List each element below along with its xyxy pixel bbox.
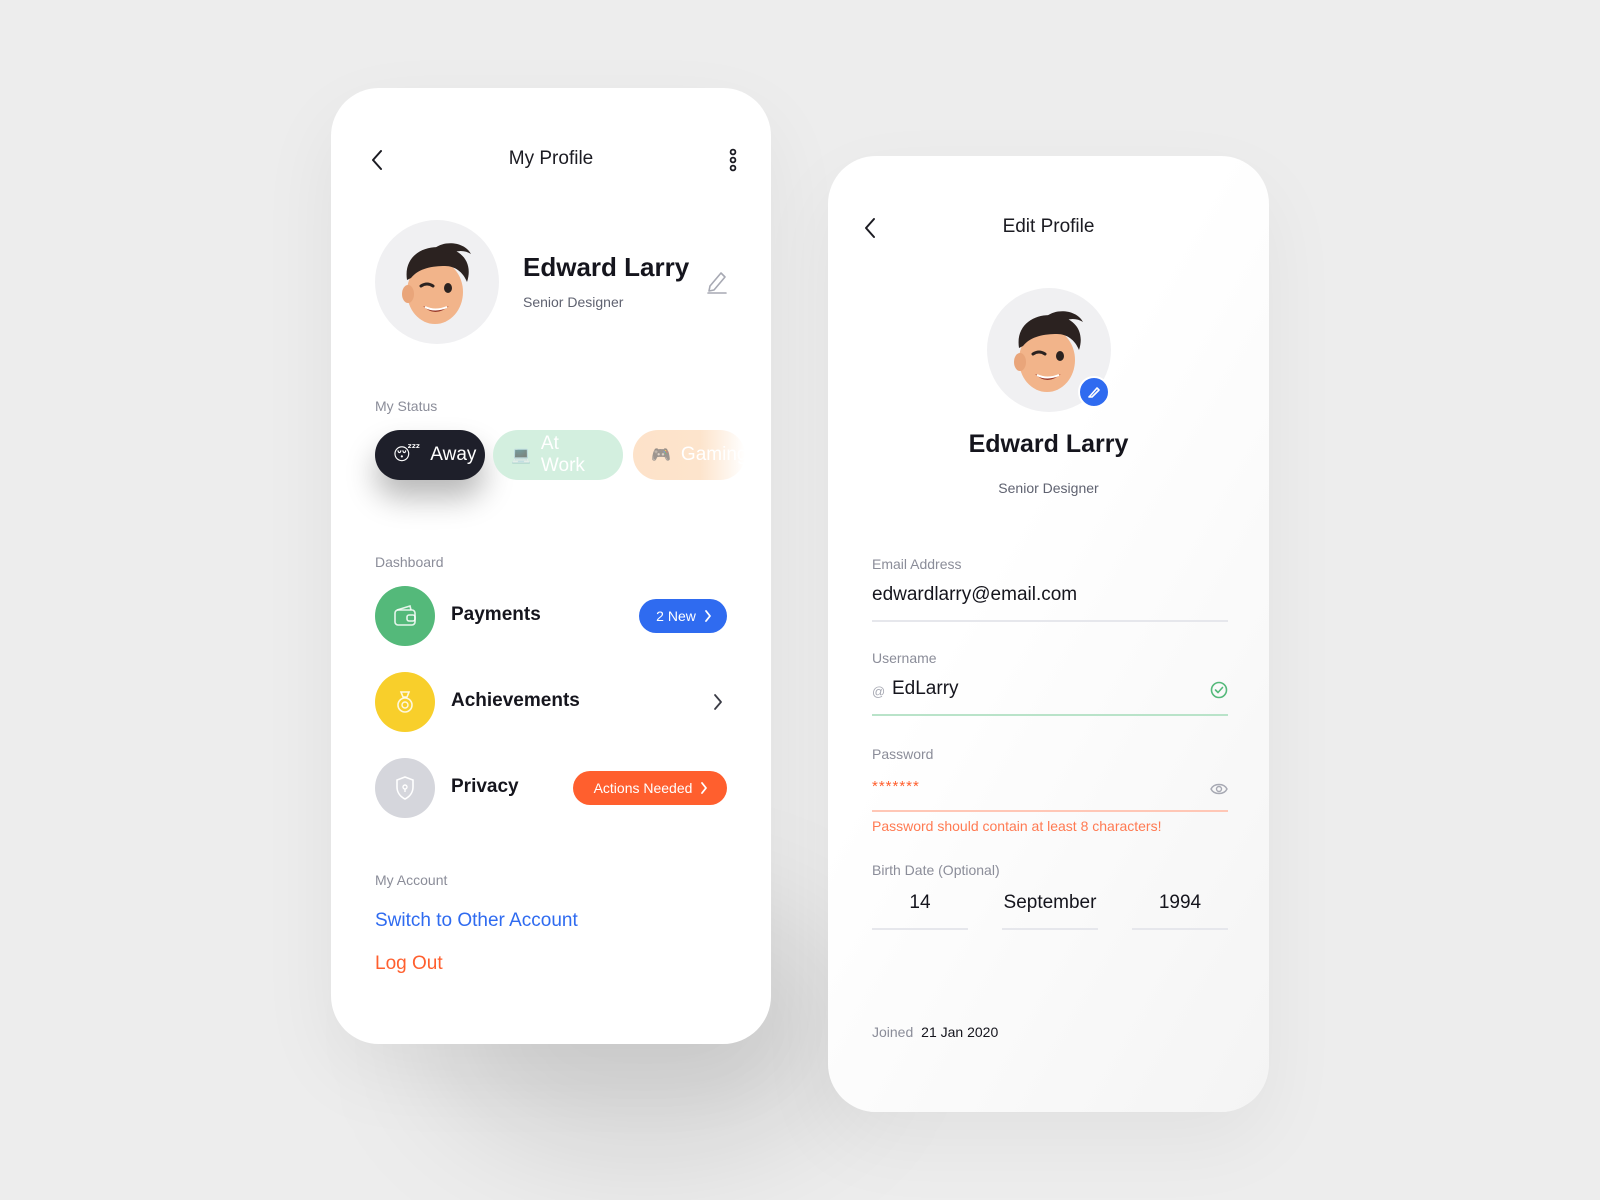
payments-new-badge[interactable]: 2 New (639, 599, 727, 633)
status-chip-away[interactable]: 😴 Away (375, 430, 485, 480)
page-title: My Profile (508, 148, 594, 169)
pencil-icon (707, 272, 727, 294)
username-underline (872, 714, 1228, 716)
log-out-link[interactable]: Log Out (375, 953, 443, 975)
email-field[interactable]: edwardlarry@email.com (872, 584, 1228, 624)
birth-month-underline (1002, 928, 1098, 930)
wallet-icon (375, 586, 435, 646)
at-sign-icon: @ (872, 684, 886, 699)
dashboard-item-label: Achievements (451, 690, 580, 711)
user-role: Senior Designer (523, 294, 624, 310)
section-label-account: My Account (375, 872, 448, 888)
chevron-right-icon (714, 694, 722, 710)
section-label-dashboard: Dashboard (375, 554, 444, 570)
dashboard-item-label: Privacy (451, 776, 519, 797)
privacy-actions-badge[interactable]: Actions Needed (573, 771, 727, 805)
status-chip-label: At Work (540, 433, 585, 476)
joined-info: Joined 21 Jan 2020 (872, 1024, 998, 1040)
joined-label: Joined (872, 1024, 914, 1040)
dashboard-item-payments[interactable]: Payments 2 New (375, 586, 727, 646)
sleeping-face-icon: 😴 (393, 445, 421, 464)
user-name: Edward Larry (968, 430, 1129, 458)
email-value: edwardlarry@email.com (872, 584, 1078, 605)
user-name: Edward Larry (523, 252, 690, 282)
status-chip-label: Gaming (680, 444, 745, 465)
memoji-avatar-icon (402, 243, 471, 324)
avatar (375, 220, 499, 344)
page-title: Edit Profile (1002, 216, 1095, 237)
password-label: Password (872, 746, 934, 762)
password-field[interactable]: ******* (872, 774, 1228, 814)
username-field[interactable]: @ EdLarry (872, 678, 1228, 718)
more-options-button[interactable] (717, 144, 749, 176)
birth-year-value: 1994 (1158, 892, 1202, 913)
joined-date: 21 Jan 2020 (921, 1024, 999, 1040)
birth-day-value: 14 (909, 892, 931, 913)
password-underline (872, 810, 1228, 812)
dashboard-item-label: Payments (451, 604, 541, 625)
dashboard-item-achievements[interactable]: Achievements (375, 672, 727, 732)
status-chip-gaming[interactable]: 🎮 Gaming (633, 430, 745, 480)
password-value: ******* (872, 778, 920, 795)
birth-day-underline (872, 928, 968, 930)
shield-icon (375, 758, 435, 818)
pencil-icon (1088, 387, 1100, 398)
laptop-icon: 💻 (511, 447, 531, 464)
edit-profile-button[interactable] (703, 266, 731, 296)
chevron-right-icon (701, 782, 708, 794)
badge-label: Actions Needed (593, 780, 693, 796)
email-label: Email Address (872, 556, 962, 572)
birth-month-value: September (1003, 892, 1097, 913)
change-avatar-button[interactable] (1078, 376, 1110, 408)
my-profile-screen: My Profile Edward Larry Senior Designer … (331, 88, 771, 1044)
birth-year-underline (1132, 928, 1228, 930)
more-vertical-icon (729, 148, 737, 172)
username-label: Username (872, 650, 937, 666)
medal-icon (375, 672, 435, 732)
game-controller-icon: 🎮 (651, 447, 671, 464)
switch-account-link[interactable]: Switch to Other Account (375, 910, 578, 932)
chevron-right-icon (704, 610, 711, 622)
section-label-status: My Status (375, 398, 438, 414)
edit-profile-screen: Edit Profile Edward Larry Senior Designe… (828, 156, 1269, 1112)
birthdate-label: Birth Date (Optional) (872, 862, 1000, 878)
badge-label: 2 New (656, 608, 696, 624)
dashboard-item-privacy[interactable]: Privacy Actions Needed (375, 758, 727, 818)
user-role: Senior Designer (998, 480, 1099, 496)
status-chip-at-work[interactable]: 💻 At Work (493, 430, 623, 480)
eye-icon[interactable] (1210, 782, 1228, 796)
check-circle-icon (1210, 681, 1228, 699)
birth-day-field[interactable]: 14 (872, 892, 968, 932)
password-error-message: Password should contain at least 8 chara… (872, 818, 1162, 834)
email-underline (872, 620, 1228, 622)
birth-month-field[interactable]: September (1002, 892, 1098, 932)
birth-year-field[interactable]: 1994 (1132, 892, 1228, 932)
status-chip-label: Away (430, 444, 477, 465)
username-value: EdLarry (892, 678, 959, 699)
